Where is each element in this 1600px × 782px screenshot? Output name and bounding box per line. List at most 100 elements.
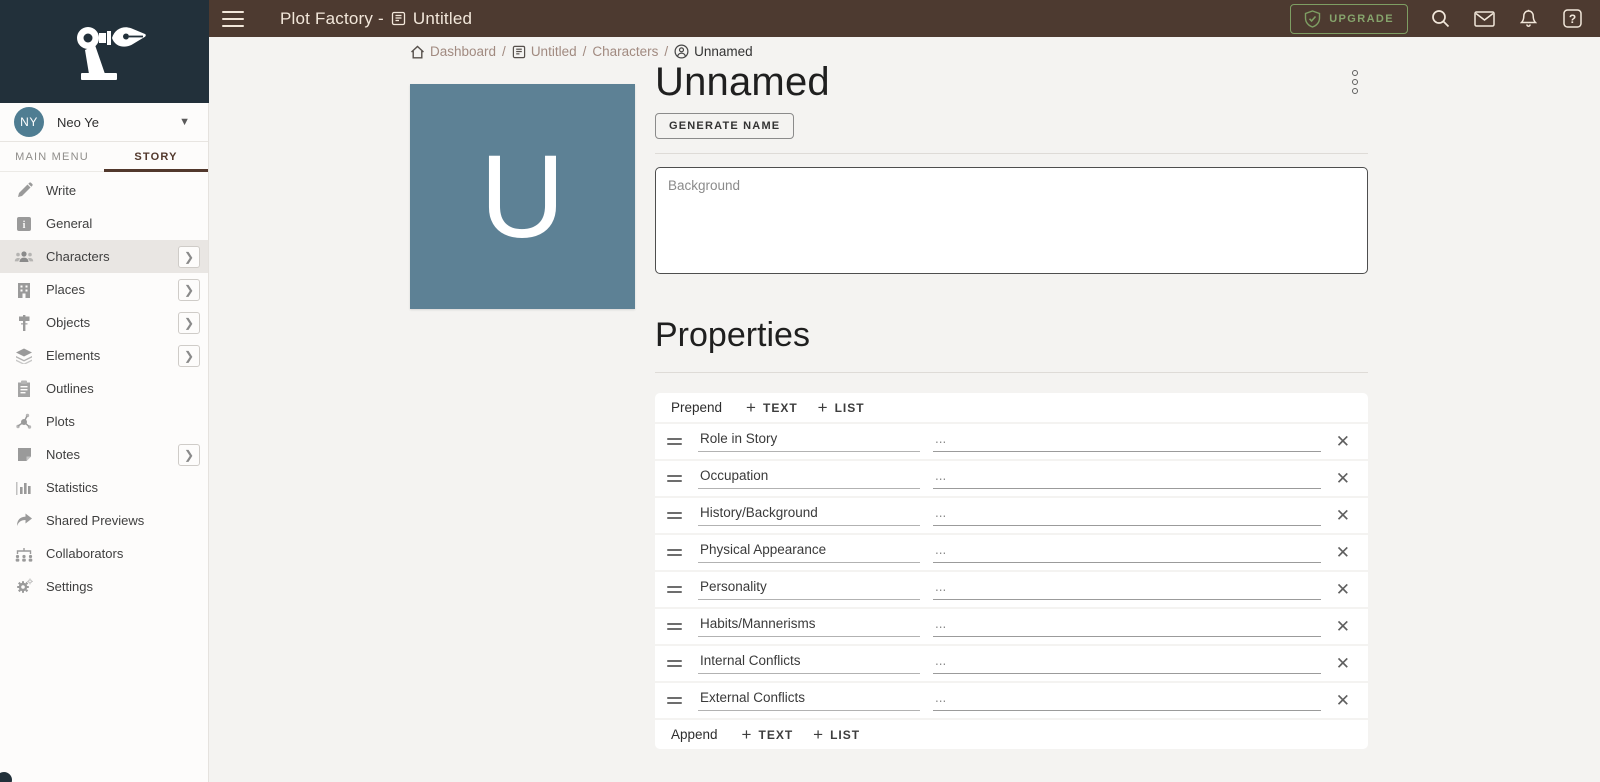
divider [655,372,1368,373]
kebab-menu-icon[interactable] [1342,68,1368,96]
delete-icon[interactable]: ✕ [1334,470,1352,487]
property-label-input[interactable] [698,653,920,674]
book-icon [391,11,406,26]
drag-handle-icon[interactable] [667,438,682,445]
sidebar-item-characters[interactable]: Characters ❯ [0,240,208,273]
sidebar-item-notes[interactable]: Notes ❯ [0,438,208,471]
mail-icon[interactable] [1472,7,1496,31]
prepend-list-button[interactable]: +LIST [808,395,875,420]
delete-icon[interactable]: ✕ [1334,544,1352,561]
chevron-right-button[interactable]: ❯ [178,246,200,268]
svg-text:i: i [23,220,26,231]
upgrade-button[interactable]: UPGRADE [1290,4,1408,34]
append-list-button[interactable]: +LIST [803,722,870,747]
plus-icon: + [813,726,824,743]
generate-name-button[interactable]: GENERATE NAME [655,113,794,139]
sidebar-item-places[interactable]: Places ❯ [0,273,208,306]
chevron-down-icon: ▼ [179,116,190,128]
chevron-right-button[interactable]: ❯ [178,345,200,367]
bell-icon[interactable] [1516,7,1540,31]
sidebar-item-elements[interactable]: Elements ❯ [0,339,208,372]
property-label-input[interactable] [698,690,920,711]
property-value-input[interactable] [933,690,1321,711]
drag-handle-icon[interactable] [667,549,682,556]
info-icon: i [13,214,35,234]
property-value-input[interactable] [933,616,1321,637]
org-chart-icon [13,544,35,564]
breadcrumb-untitled[interactable]: Untitled [512,44,577,59]
shield-check-icon [1304,10,1321,28]
sidebar-item-collaborators[interactable]: Collaborators [0,537,208,570]
delete-icon[interactable]: ✕ [1334,655,1352,672]
sidebar-item-shared-previews[interactable]: Shared Previews [0,504,208,537]
plot-factory-logo-icon [55,21,155,83]
chevron-right-button[interactable]: ❯ [178,279,200,301]
sidebar-item-settings[interactable]: Settings [0,570,208,603]
app-logo[interactable] [0,0,209,103]
people-icon [13,247,35,267]
tab-main-menu[interactable]: MAIN MENU [0,142,104,171]
building-icon [13,280,35,300]
user-menu[interactable]: NY Neo Ye ▼ [0,103,208,141]
home-icon [410,45,425,59]
sidebar-item-plots[interactable]: Plots [0,405,208,438]
property-label-input[interactable] [698,468,920,489]
property-value-input[interactable] [933,653,1321,674]
chevron-right-button[interactable]: ❯ [178,444,200,466]
property-row: ✕ [655,683,1368,718]
drag-handle-icon[interactable] [667,697,682,704]
property-row: ✕ [655,572,1368,607]
delete-icon[interactable]: ✕ [1334,507,1352,524]
delete-icon[interactable]: ✕ [1334,692,1352,709]
property-label-input[interactable] [698,579,920,600]
breadcrumb-dashboard[interactable]: Dashboard [410,44,496,59]
prepend-text-button[interactable]: +TEXT [736,395,808,420]
chevron-right-button[interactable]: ❯ [178,312,200,334]
book-icon [512,45,526,59]
background-textarea[interactable] [655,167,1368,274]
drag-handle-icon[interactable] [667,623,682,630]
prepend-row: Prepend +TEXT +LIST [655,393,1368,422]
property-label-input[interactable] [698,616,920,637]
drag-handle-icon[interactable] [667,475,682,482]
breadcrumb-characters[interactable]: Characters [592,44,658,59]
property-label-input[interactable] [698,431,920,452]
property-value-input[interactable] [933,468,1321,489]
delete-icon[interactable]: ✕ [1334,618,1352,635]
drag-handle-icon[interactable] [667,660,682,667]
user-name: Neo Ye [57,115,179,130]
property-row: ✕ [655,535,1368,570]
search-icon[interactable] [1428,7,1452,31]
sidebar-item-outlines[interactable]: Outlines [0,372,208,405]
delete-icon[interactable]: ✕ [1334,433,1352,450]
plus-icon: + [746,399,757,416]
property-label-input[interactable] [698,542,920,563]
append-text-button[interactable]: +TEXT [732,722,804,747]
delete-icon[interactable]: ✕ [1334,581,1352,598]
story-title: Untitled [413,9,472,29]
page-title: Unnamed [655,60,1342,104]
chat-widget[interactable] [0,772,12,782]
property-value-input[interactable] [933,542,1321,563]
help-icon[interactable]: ? [1560,7,1584,31]
signpost-icon [13,313,35,333]
character-avatar[interactable]: U [410,84,635,309]
breadcrumb: Dashboard / Untitled / Characters / Unna… [410,44,753,59]
property-value-input[interactable] [933,579,1321,600]
property-value-input[interactable] [933,505,1321,526]
property-label-input[interactable] [698,505,920,526]
divider [655,153,1368,154]
sidebar: NY Neo Ye ▼ MAIN MENU STORY Write i Gene… [0,0,209,782]
property-value-input[interactable] [933,431,1321,452]
clipboard-icon [13,379,35,399]
sidebar-item-write[interactable]: Write [0,174,208,207]
tab-story[interactable]: STORY [104,142,208,171]
sidebar-item-objects[interactable]: Objects ❯ [0,306,208,339]
sidebar-item-statistics[interactable]: Statistics [0,471,208,504]
sidebar-item-general[interactable]: i General [0,207,208,240]
hamburger-menu-icon[interactable] [222,11,244,27]
property-row: ✕ [655,424,1368,459]
svg-text:?: ? [1568,12,1575,26]
drag-handle-icon[interactable] [667,512,682,519]
drag-handle-icon[interactable] [667,586,682,593]
